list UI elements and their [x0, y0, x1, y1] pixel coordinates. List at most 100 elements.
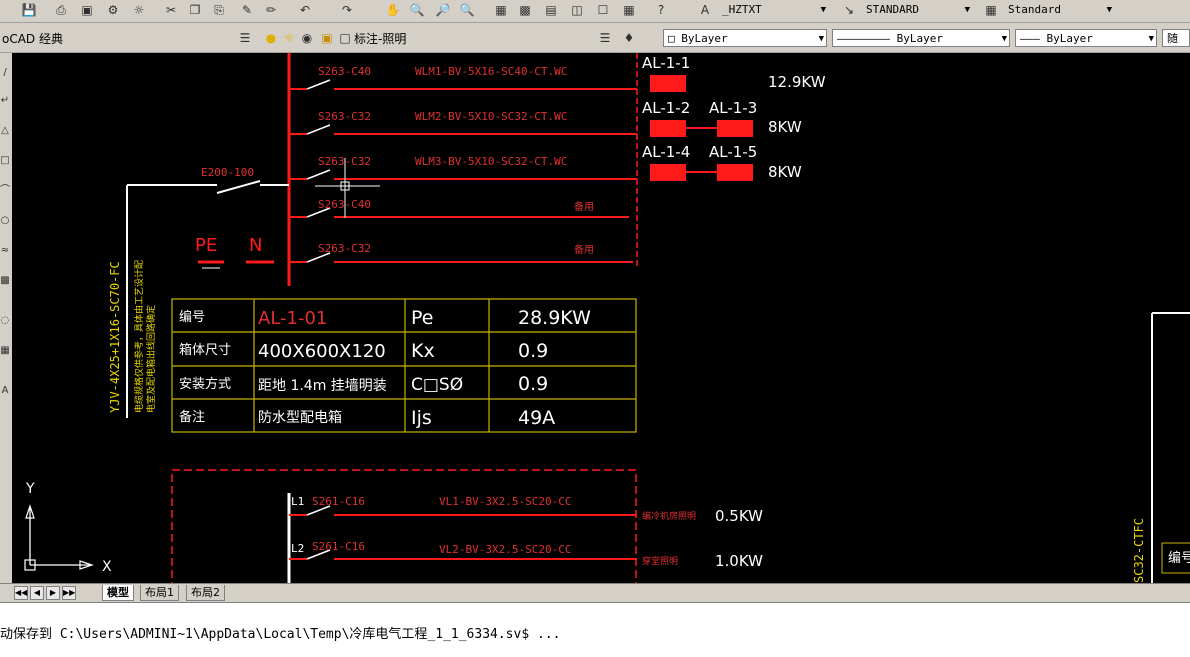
next-tab-icon[interactable]: ▶	[46, 586, 60, 600]
lineweight-select[interactable]: ——— ByLayer ▼	[1015, 29, 1157, 47]
design-center-icon[interactable]: ▩	[516, 2, 534, 18]
freeze-icon[interactable]: ◉	[298, 30, 316, 46]
lower-circuit-l1[interactable]: L1 S261-C16 VL1-BV-3X2.5-SC20-CC 编冷机房照明 …	[289, 495, 763, 525]
table-cell: 距地 1.4m 挂墙明装	[258, 378, 387, 394]
tool-palettes-icon[interactable]: ▤	[542, 2, 560, 18]
workspace-label[interactable]: oCAD 经典	[2, 30, 63, 47]
prev-tab-icon[interactable]: ◀	[30, 586, 44, 600]
first-tab-icon[interactable]: ◀◀	[14, 586, 28, 600]
text-style-select[interactable]: _HZTXT ▼	[718, 1, 828, 19]
table-cell: 28.9KW	[518, 307, 591, 329]
lock-icon[interactable]: ▣	[318, 30, 336, 46]
drawing-canvas[interactable]: S263-C40 WLM1-BV-5X16-SC40-CT.WC S263-C3…	[12, 53, 1190, 583]
layer-state-icon[interactable]: ♦	[620, 30, 638, 46]
layer-manager-icon[interactable]: ☰	[236, 30, 254, 46]
current-layer-label[interactable]: 标注-照明	[354, 30, 406, 47]
etransmit-icon[interactable]: ☼	[130, 2, 148, 18]
dim-style-select[interactable]: STANDARD ▼	[862, 1, 972, 19]
table-cell: Ijs	[411, 407, 432, 429]
circuit-desc: 穿堂照明	[642, 555, 678, 567]
load-al-1-1[interactable]: AL-1-1 12.9KW	[642, 54, 826, 92]
table-style-icon[interactable]: ▦	[982, 2, 1000, 18]
table-cell: 0.9	[518, 373, 548, 395]
table-cell: 0.9	[518, 340, 548, 362]
copy-icon[interactable]: ❐	[186, 2, 204, 18]
breaker-1-label: S263-C40	[318, 65, 371, 78]
cut-icon[interactable]: ✂	[162, 2, 180, 18]
print-icon[interactable]: ⎙	[52, 2, 70, 18]
command-line[interactable]: 动保存到 C:\Users\ADMINI~1\AppData\Local\Tem…	[0, 602, 1190, 657]
load-al-1-4[interactable]: AL-1-4 AL-1-5 8KW	[642, 143, 802, 181]
breaker-5-label: S263-C32	[318, 242, 371, 255]
load-power: 8KW	[768, 118, 802, 136]
circuit-3-cable: WLM3-BV-5X10-SC32-CT.WC	[415, 155, 567, 168]
sun-icon[interactable]: ☼	[280, 30, 298, 46]
layer-previous-icon[interactable]: ☰	[596, 30, 614, 46]
dim-style-icon[interactable]: ↘	[840, 2, 858, 18]
text-style-value: _HZTXT	[722, 3, 762, 16]
panel-info-table[interactable]: 编号 AL-1-01 Pe 28.9KW 箱体尺寸 400X600X120 Kx…	[171, 298, 637, 433]
paste-icon[interactable]: ⎘	[210, 2, 228, 18]
bulb-icon[interactable]: ●	[262, 30, 280, 46]
text-style-icon[interactable]: A	[696, 2, 714, 18]
zoom-window-icon[interactable]: 🔎	[434, 2, 452, 18]
tab-model[interactable]: 模型	[102, 585, 134, 601]
load-power: 8KW	[768, 163, 802, 181]
match-properties-icon[interactable]: ✏	[262, 2, 280, 18]
tab-layout2[interactable]: 布局2	[186, 585, 225, 601]
tab-layout1[interactable]: 布局1	[140, 585, 179, 601]
sheet-set-icon[interactable]: ◫	[568, 2, 586, 18]
standard-toolbar: 💾 ⎙ ▣ ⚙ ☼ ✂ ❐ ⎘ ✎ ✏ ↶ ↷ ✋ 🔍 🔎 🔍 ▦ ▩ ▤ ◫ …	[0, 0, 1190, 23]
table-style-select[interactable]: Standard ▼	[1004, 1, 1114, 19]
autocad-window: 💾 ⎙ ▣ ⚙ ☼ ✂ ❐ ⎘ ✎ ✏ ↶ ↷ ✋ 🔍 🔎 🔍 ▦ ▩ ▤ ◫ …	[0, 0, 1190, 657]
spare-label-1: 备用	[574, 200, 594, 213]
lower-circuit-l2[interactable]: L2 S261-C16 VL2-BV-3X2.5-SC20-CC 穿堂照明 1.…	[289, 540, 763, 570]
circuit-2[interactable]: S263-C32 WLM2-BV-5X10-SC32-CT.WC	[289, 110, 637, 135]
publish-icon[interactable]: ⚙	[104, 2, 122, 18]
help-icon[interactable]: ?	[652, 2, 670, 18]
markup-icon[interactable]: ☐	[594, 2, 612, 18]
redo-icon[interactable]: ↷	[338, 2, 356, 18]
adjacent-panel: SC32-CTFC 编号	[1132, 312, 1190, 583]
load-al-1-2[interactable]: AL-1-2 AL-1-3 8KW	[642, 99, 802, 137]
layout-tab-bar: ◀◀ ◀ ▶ ▶▶ 模型 布局1 布局2	[0, 583, 1190, 602]
zoom-realtime-icon[interactable]: 🔍	[408, 2, 426, 18]
phase-label: L1	[291, 495, 304, 508]
command-history-text: 动保存到 C:\Users\ADMINI~1\AppData\Local\Tem…	[0, 627, 561, 642]
pe-label: PE	[195, 235, 217, 256]
feeder-cable-label: YJV-4X25+1X16-SC70-FC	[108, 261, 122, 413]
chevron-down-icon: ▼	[1148, 34, 1154, 44]
undo-icon[interactable]: ↶	[296, 2, 314, 18]
chevron-down-icon: ▼	[964, 5, 970, 15]
last-tab-icon[interactable]: ▶▶	[62, 586, 76, 600]
linetype-select[interactable]: ———————— ByLayer ▼	[832, 29, 1010, 47]
plot-preview-icon[interactable]: ▣	[78, 2, 96, 18]
n-label: N	[249, 235, 262, 256]
circuit-1[interactable]: S263-C40 WLM1-BV-5X16-SC40-CT.WC	[289, 65, 637, 90]
circuit-5-spare[interactable]: S263-C32 备用	[289, 242, 633, 263]
properties-icon[interactable]: ▦	[492, 2, 510, 18]
circuit-4-spare[interactable]: S263-C40 备用	[289, 198, 629, 218]
table-cell: Kx	[411, 340, 435, 362]
table-cell: 备注	[179, 409, 205, 425]
save-icon[interactable]: 💾	[20, 2, 38, 18]
circuit-3[interactable]: S263-C32 WLM3-BV-5X10-SC32-CT.WC	[289, 155, 637, 180]
table-cell: 防水型配电箱	[258, 410, 342, 426]
spare-label-2: 备用	[574, 243, 594, 256]
pencil-icon[interactable]: ✎	[238, 2, 256, 18]
calculator-icon[interactable]: ▦	[620, 2, 638, 18]
breaker-2-label: S263-C32	[318, 110, 371, 123]
color-select[interactable]: □ ByLayer ▼	[663, 29, 827, 47]
zoom-previous-icon[interactable]: 🔍	[458, 2, 476, 18]
cable-label: VL1-BV-3X2.5-SC20-CC	[439, 495, 571, 508]
color-square-icon: □	[339, 31, 351, 45]
circuit-desc: 编冷机房照明	[642, 510, 696, 522]
linetype-value: ByLayer	[896, 32, 943, 45]
circuit-1-cable: WLM1-BV-5X16-SC40-CT.WC	[415, 65, 567, 78]
plot-style-select[interactable]: 随	[1162, 29, 1190, 47]
pan-icon[interactable]: ✋	[384, 2, 402, 18]
lower-panel-boundary	[171, 469, 637, 583]
lineweight-value: ByLayer	[1046, 32, 1093, 45]
load-name: AL-1-5	[709, 143, 757, 161]
chevron-down-icon: ▼	[1001, 34, 1007, 44]
